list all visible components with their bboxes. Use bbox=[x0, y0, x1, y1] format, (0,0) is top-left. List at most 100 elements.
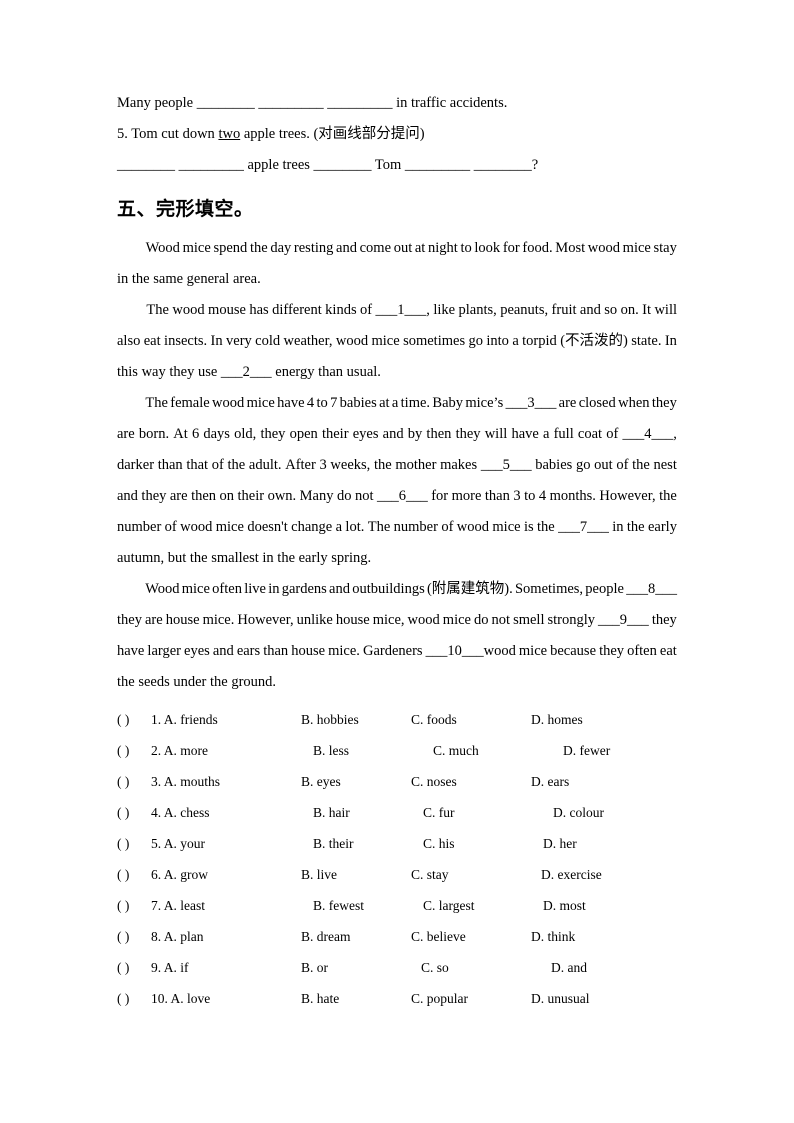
option-a[interactable]: 10. A. love bbox=[151, 991, 301, 1007]
option-d[interactable]: D. homes bbox=[531, 712, 583, 728]
passage-word: are bbox=[558, 395, 577, 411]
option-c[interactable]: C. much bbox=[423, 743, 553, 759]
option-c[interactable]: C. so bbox=[411, 960, 541, 976]
passage-word: wood bbox=[180, 519, 213, 535]
option-row: ( ) 7. A. least B. fewest C. largest D. most bbox=[117, 898, 677, 929]
option-c[interactable]: C. foods bbox=[411, 712, 531, 728]
option-c[interactable]: C. popular bbox=[411, 991, 531, 1007]
passage-word: night bbox=[428, 240, 458, 256]
answer-bracket[interactable]: ( ) bbox=[117, 805, 151, 821]
option-d[interactable]: D. most bbox=[543, 898, 586, 914]
option-b[interactable]: B. their bbox=[301, 836, 423, 852]
passage-word: and bbox=[579, 302, 601, 318]
passage-word: people bbox=[585, 581, 624, 597]
passage-word: not bbox=[491, 612, 511, 628]
option-b[interactable]: B. hobbies bbox=[301, 712, 411, 728]
option-b[interactable]: B. live bbox=[301, 867, 411, 883]
fill-in-sentence-line: Many people ________ _________ _________… bbox=[117, 95, 508, 111]
passage-word: wood bbox=[335, 333, 369, 349]
option-b[interactable]: B. dream bbox=[301, 929, 411, 945]
option-c[interactable]: C. stay bbox=[411, 867, 531, 883]
option-b[interactable]: B. fewest bbox=[301, 898, 423, 914]
option-d[interactable]: D. unusual bbox=[531, 991, 590, 1007]
paragraph-indent bbox=[117, 574, 143, 605]
option-a[interactable]: 2. A. more bbox=[151, 743, 301, 759]
option-a[interactable]: 4. A. chess bbox=[151, 805, 301, 821]
answer-bracket[interactable]: ( ) bbox=[117, 867, 151, 883]
question-5-underlined-word: two bbox=[218, 126, 241, 142]
option-a[interactable]: 7. A. least bbox=[151, 898, 301, 914]
answer-bracket[interactable]: ( ) bbox=[117, 929, 151, 945]
option-c[interactable]: C. believe bbox=[411, 929, 531, 945]
answer-bracket[interactable]: ( ) bbox=[117, 960, 151, 976]
option-a[interactable]: 6. A. grow bbox=[151, 867, 301, 883]
passage-word: than bbox=[263, 643, 289, 659]
passage-word: so bbox=[604, 302, 618, 318]
option-a[interactable]: 1. A. friends bbox=[151, 712, 301, 728]
option-c[interactable]: C. noses bbox=[411, 774, 531, 790]
option-b[interactable]: B. hate bbox=[301, 991, 411, 1007]
passage-word: resting bbox=[293, 240, 334, 256]
option-a[interactable]: 3. A. mouths bbox=[151, 774, 301, 790]
answer-bracket[interactable]: ( ) bbox=[117, 836, 151, 852]
passage-word: gardens bbox=[281, 581, 327, 597]
passage-word: (不活泼的) bbox=[560, 333, 628, 349]
passage-word: smell bbox=[513, 612, 545, 628]
passage-word: the bbox=[537, 519, 555, 535]
answer-bracket[interactable]: ( ) bbox=[117, 743, 151, 759]
option-d[interactable]: D. exercise bbox=[531, 867, 602, 883]
option-b[interactable]: B. or bbox=[301, 960, 411, 976]
passage-word: the bbox=[659, 488, 677, 504]
option-d[interactable]: D. think bbox=[531, 929, 575, 945]
passage-word: nest bbox=[653, 457, 677, 473]
passage-word: eat bbox=[143, 333, 161, 349]
option-a[interactable]: 8. A. plan bbox=[151, 929, 301, 945]
passage-word: mice bbox=[182, 240, 211, 256]
passage-word: weather, bbox=[283, 333, 333, 349]
passage-word: mice bbox=[622, 240, 651, 256]
passage-word: when bbox=[618, 395, 650, 411]
answer-bracket[interactable]: ( ) bbox=[117, 774, 151, 790]
answer-bracket[interactable]: ( ) bbox=[117, 991, 151, 1007]
option-b[interactable]: B. eyes bbox=[301, 774, 411, 790]
passage-word: are bbox=[169, 488, 188, 504]
passage-word: out bbox=[393, 240, 413, 256]
passage-word: plants, bbox=[458, 302, 497, 318]
option-d[interactable]: D. and bbox=[541, 960, 587, 976]
passage-word: than bbox=[157, 457, 183, 473]
option-a[interactable]: 9. A. if bbox=[151, 960, 301, 976]
passage-word: lot. bbox=[345, 519, 365, 535]
passage-line: autumn, but the smallest in the early sp… bbox=[117, 543, 677, 574]
option-b[interactable]: B. hair bbox=[301, 805, 423, 821]
passage-line: this way they use ___2___ energy than us… bbox=[117, 357, 677, 388]
passage-word: mice bbox=[215, 519, 244, 535]
option-row: ( ) 5. A. your B. their C. his D. her bbox=[117, 836, 677, 867]
passage-word: because bbox=[550, 643, 597, 659]
answer-bracket[interactable]: ( ) bbox=[117, 898, 151, 914]
option-c[interactable]: C. fur bbox=[423, 805, 543, 821]
passage-word: months. bbox=[549, 488, 596, 504]
passage-word: into bbox=[486, 333, 509, 349]
option-a[interactable]: 5. A. your bbox=[151, 836, 301, 852]
passage-word: The bbox=[146, 302, 169, 318]
option-d[interactable]: D. fewer bbox=[553, 743, 610, 759]
passage-word: and bbox=[329, 581, 350, 597]
paragraph-indent bbox=[117, 295, 143, 326]
option-d[interactable]: D. ears bbox=[531, 774, 569, 790]
passage-word: ___10___wood bbox=[425, 643, 516, 659]
passage-word: wood bbox=[456, 519, 490, 535]
option-c[interactable]: C. his bbox=[423, 836, 543, 852]
passage-word: 4 bbox=[538, 488, 547, 504]
option-d[interactable]: D. colour bbox=[543, 805, 604, 821]
answer-bracket[interactable]: ( ) bbox=[117, 712, 151, 728]
option-b[interactable]: B. less bbox=[301, 743, 423, 759]
passage-word: strongly bbox=[547, 612, 596, 628]
question-5-suffix: apple trees. (对画线部分提问) bbox=[240, 126, 425, 142]
option-d[interactable]: D. her bbox=[543, 836, 577, 852]
passage-word: different bbox=[272, 302, 322, 318]
passage-word: Wood bbox=[145, 240, 180, 256]
option-c[interactable]: C. largest bbox=[423, 898, 543, 914]
passage-word: of bbox=[616, 457, 629, 473]
passage-word: at bbox=[414, 240, 426, 256]
passage-word: then bbox=[191, 488, 217, 504]
